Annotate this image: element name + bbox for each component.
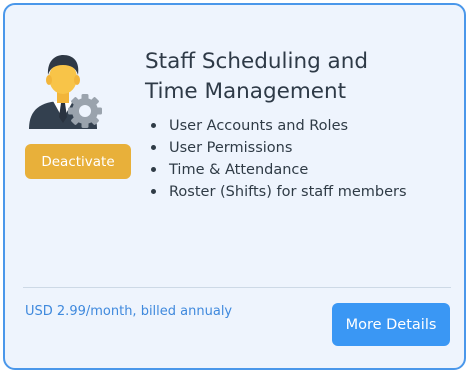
product-card: Deactivate Staff Scheduling and Time Man… — [3, 3, 466, 370]
more-details-button[interactable]: More Details — [332, 303, 450, 346]
title-line-2: Time Management — [145, 79, 347, 104]
product-title: Staff Scheduling and Time Management — [145, 47, 445, 107]
deactivate-button[interactable]: Deactivate — [25, 144, 131, 179]
title-line-1: Staff Scheduling and — [145, 49, 368, 74]
feature-item: Time & Attendance — [147, 159, 407, 181]
feature-item: User Permissions — [147, 137, 407, 159]
staff-manager-gear-icon — [29, 55, 102, 129]
feature-item: Roster (Shifts) for staff members — [147, 181, 407, 203]
divider — [23, 287, 451, 288]
feature-list: User Accounts and Roles User Permissions… — [147, 115, 407, 203]
feature-item: User Accounts and Roles — [147, 115, 407, 137]
price-text: USD 2.99/month, billed annualy — [25, 304, 233, 319]
